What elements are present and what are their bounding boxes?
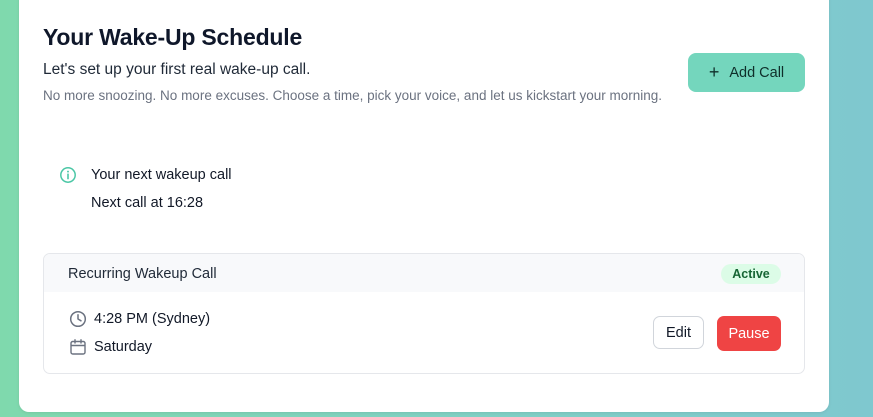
- page-title: Your Wake-Up Schedule: [43, 24, 303, 50]
- schedule-card: Your Wake-Up Schedule Let's set up your …: [19, 0, 829, 412]
- calendar-icon: [70, 339, 86, 355]
- add-call-button[interactable]: + Add Call: [688, 53, 805, 92]
- wakeup-call-day: Saturday: [94, 339, 153, 355]
- add-call-label: Add Call: [729, 64, 785, 81]
- edit-button[interactable]: Edit: [653, 316, 704, 349]
- page-description: No more snoozing. No more excuses. Choos…: [43, 88, 663, 103]
- next-call-time: Next call at 16:28: [91, 195, 204, 211]
- wakeup-call-time: 4:28 PM (Sydney): [94, 311, 211, 327]
- wakeup-call-item: Recurring Wakeup Call Active 4:28 PM (Sy…: [43, 253, 805, 374]
- wakeup-call-name: Recurring Wakeup Call: [68, 266, 217, 282]
- info-icon: [60, 167, 76, 183]
- plus-icon: +: [708, 61, 720, 82]
- clock-icon: [69, 310, 87, 328]
- wakeup-call-header: Recurring Wakeup Call Active: [44, 254, 804, 292]
- next-call-title: Your next wakeup call: [91, 167, 232, 183]
- pause-button[interactable]: Pause: [717, 316, 781, 351]
- page-subtitle: Let's set up your first real wake-up cal…: [43, 61, 311, 78]
- status-badge: Active: [721, 264, 781, 284]
